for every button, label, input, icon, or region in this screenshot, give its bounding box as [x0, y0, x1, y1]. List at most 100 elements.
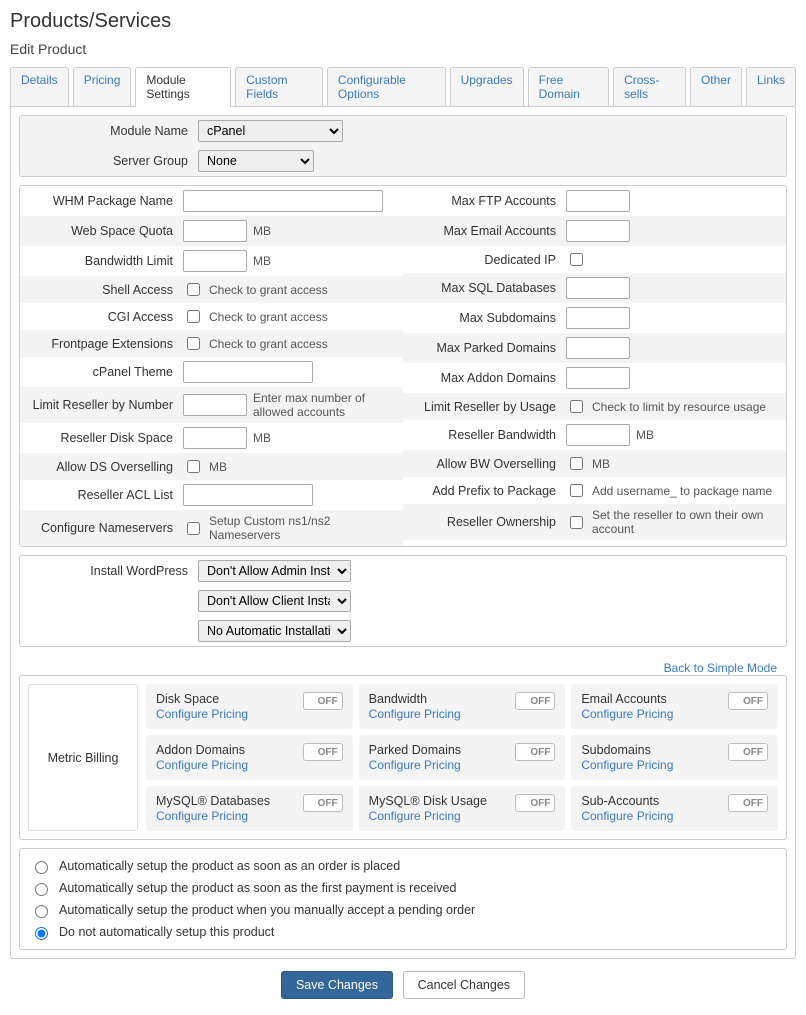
tab-upgrades[interactable]: Upgrades	[450, 67, 524, 106]
max-subdomains-input[interactable]	[566, 307, 630, 329]
cpanel-theme-input[interactable]	[183, 361, 313, 383]
max-addon-input[interactable]	[566, 367, 630, 389]
install-wordpress-label: Install WordPress	[28, 564, 198, 578]
cpanel-settings-panel: WHM Package Name Web Space Quota MB Band…	[19, 185, 787, 547]
dedicated-ip-checkbox[interactable]	[570, 253, 583, 266]
metric-subdomains: Subdomains Configure Pricing OFF	[571, 735, 778, 780]
cgi-access-checkbox[interactable]	[187, 310, 200, 323]
metric-parked-domains-toggle[interactable]: OFF	[515, 743, 555, 761]
cpanel-theme-label: cPanel Theme	[28, 365, 183, 379]
tab-pricing[interactable]: Pricing	[73, 67, 132, 106]
metric-disk-space-name: Disk Space	[156, 692, 248, 706]
reseller-ownership-label: Reseller Ownership	[411, 515, 566, 529]
add-prefix-checkbox[interactable]	[570, 484, 583, 497]
tab-links[interactable]: Links	[746, 67, 796, 106]
frontpage-ext-label: Frontpage Extensions	[28, 337, 183, 351]
max-ftp-input[interactable]	[566, 190, 630, 212]
metric-sub-accounts-configure[interactable]: Configure Pricing	[581, 809, 673, 823]
reseller-acl-list-input[interactable]	[183, 484, 313, 506]
configure-nameservers-checkbox[interactable]	[187, 522, 200, 535]
server-group-label: Server Group	[28, 154, 198, 168]
metric-bandwidth-toggle[interactable]: OFF	[515, 692, 555, 710]
tab-free-domain[interactable]: Free Domain	[528, 67, 609, 106]
metric-addon-domains-configure[interactable]: Configure Pricing	[156, 758, 248, 772]
metric-mysql-disk-configure[interactable]: Configure Pricing	[369, 809, 461, 823]
metric-subdomains-toggle[interactable]: OFF	[728, 743, 768, 761]
allow-ds-oversell-hint: MB	[209, 460, 227, 474]
shell-access-label: Shell Access	[28, 283, 183, 297]
web-space-quota-input[interactable]	[183, 220, 247, 242]
metric-email-accounts-name: Email Accounts	[581, 692, 673, 706]
autosetup-order-radio[interactable]	[35, 861, 48, 874]
whm-package-name-input[interactable]	[183, 190, 383, 212]
metric-bandwidth-configure[interactable]: Configure Pricing	[369, 707, 461, 721]
wp-client-select[interactable]: Don't Allow Client Installation	[198, 590, 351, 612]
metric-parked-domains-configure[interactable]: Configure Pricing	[369, 758, 461, 772]
metric-mysql-disk-toggle[interactable]: OFF	[515, 794, 555, 812]
tab-configurable-options[interactable]: Configurable Options	[327, 67, 446, 106]
metric-disk-space: Disk Space Configure Pricing OFF	[146, 684, 353, 729]
add-prefix-label: Add Prefix to Package	[411, 484, 566, 498]
metric-bandwidth-name: Bandwidth	[369, 692, 461, 706]
max-subdomains-label: Max Subdomains	[411, 311, 566, 325]
allow-bw-oversell-label: Allow BW Overselling	[411, 457, 566, 471]
metric-billing-panel: Metric Billing Disk Space Configure Pric…	[19, 675, 787, 840]
cgi-access-hint: Check to grant access	[209, 310, 328, 324]
max-parked-input[interactable]	[566, 337, 630, 359]
metric-subdomains-configure[interactable]: Configure Pricing	[581, 758, 673, 772]
bandwidth-limit-input[interactable]	[183, 250, 247, 272]
reseller-disk-space-input[interactable]	[183, 427, 247, 449]
metric-sub-accounts: Sub-Accounts Configure Pricing OFF	[571, 786, 778, 831]
limit-reseller-usage-checkbox[interactable]	[570, 400, 583, 413]
allow-bw-oversell-checkbox[interactable]	[570, 457, 583, 470]
tab-other[interactable]: Other	[690, 67, 742, 106]
metric-mysql-db-configure[interactable]: Configure Pricing	[156, 809, 248, 823]
cgi-access-label: CGI Access	[28, 310, 183, 324]
shell-access-checkbox[interactable]	[187, 283, 200, 296]
reseller-bandwidth-input[interactable]	[566, 424, 630, 446]
wordpress-panel: Install WordPress Don't Allow Admin Inst…	[19, 555, 787, 647]
save-button[interactable]: Save Changes	[281, 971, 393, 999]
max-email-input[interactable]	[566, 220, 630, 242]
tab-module-settings[interactable]: Module Settings	[135, 67, 231, 106]
reseller-ownership-checkbox[interactable]	[570, 516, 583, 529]
allow-ds-oversell-checkbox[interactable]	[187, 460, 200, 473]
max-sql-label: Max SQL Databases	[411, 281, 566, 295]
page-subtitle: Edit Product	[10, 41, 796, 57]
autosetup-payment-radio[interactable]	[35, 883, 48, 896]
metric-mysql-db-toggle[interactable]: OFF	[303, 794, 343, 812]
autosetup-none-radio[interactable]	[35, 927, 48, 940]
module-settings-panel: Module Name cPanel Server Group None WHM…	[10, 106, 796, 959]
metric-disk-space-configure[interactable]: Configure Pricing	[156, 707, 248, 721]
wp-admin-select[interactable]: Don't Allow Admin Installation	[198, 560, 351, 582]
metric-sub-accounts-toggle[interactable]: OFF	[728, 794, 768, 812]
max-parked-label: Max Parked Domains	[411, 341, 566, 355]
whm-package-name-label: WHM Package Name	[28, 194, 183, 208]
tab-details[interactable]: Details	[10, 67, 69, 106]
web-space-quota-label: Web Space Quota	[28, 224, 183, 238]
limit-reseller-number-input[interactable]	[183, 394, 247, 416]
frontpage-ext-checkbox[interactable]	[187, 337, 200, 350]
metric-billing-label: Metric Billing	[28, 684, 138, 831]
max-sql-input[interactable]	[566, 277, 630, 299]
metric-email-accounts-configure[interactable]: Configure Pricing	[581, 707, 673, 721]
metric-addon-domains-toggle[interactable]: OFF	[303, 743, 343, 761]
cancel-button[interactable]: Cancel Changes	[403, 971, 525, 999]
back-to-simple-mode-link[interactable]: Back to Simple Mode	[664, 661, 777, 675]
autosetup-order-label: Automatically setup the product as soon …	[59, 859, 400, 873]
metric-mysql-db: MySQL® Databases Configure Pricing OFF	[146, 786, 353, 831]
shell-access-hint: Check to grant access	[209, 283, 328, 297]
server-group-select[interactable]: None	[198, 150, 314, 172]
reseller-bandwidth-suffix: MB	[636, 428, 654, 442]
allow-bw-oversell-hint: MB	[592, 457, 610, 471]
metric-email-accounts: Email Accounts Configure Pricing OFF	[571, 684, 778, 729]
metric-disk-space-toggle[interactable]: OFF	[303, 692, 343, 710]
metric-email-accounts-toggle[interactable]: OFF	[728, 692, 768, 710]
autosetup-manual-radio[interactable]	[35, 905, 48, 918]
wp-auto-select[interactable]: No Automatic Installations	[198, 620, 351, 642]
reseller-acl-list-label: Reseller ACL List	[28, 488, 183, 502]
module-name-select[interactable]: cPanel	[198, 120, 343, 142]
tab-custom-fields[interactable]: Custom Fields	[235, 67, 323, 106]
limit-reseller-usage-hint: Check to limit by resource usage	[592, 400, 766, 414]
tab-cross-sells[interactable]: Cross-sells	[613, 67, 686, 106]
